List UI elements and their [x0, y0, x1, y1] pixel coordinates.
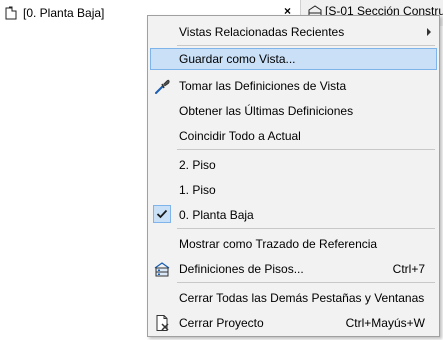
menu-item-label: Mostrar como Trazado de Referencia [179, 237, 378, 251]
menu-item-close-project[interactable]: Cerrar Proyecto Ctrl+Mayús+W [150, 312, 437, 334]
menu-item-match-all-current[interactable]: Coincidir Todo a Actual [150, 125, 437, 147]
menu-item-label: Vistas Relacionadas Recientes [179, 25, 345, 39]
menu-item-save-as-view[interactable]: Guardar como Vista... [150, 48, 437, 70]
menu-item-recent-views[interactable]: Vistas Relacionadas Recientes [150, 21, 437, 43]
menu-item-label: Obtener las Últimas Definiciones [179, 104, 354, 118]
menu-item-get-latest-settings[interactable]: Obtener las Últimas Definiciones [150, 100, 437, 122]
menu-item-label: 0. Planta Baja [179, 208, 254, 222]
checkmark-icon [153, 205, 171, 223]
menu-item-label: Coincidir Todo a Actual [179, 129, 301, 143]
context-menu: Vistas Relacionadas Recientes Guardar co… [147, 15, 440, 337]
menu-item-label: Cerrar Todas las Demás Pestañas y Ventan… [179, 291, 425, 305]
story-settings-icon [153, 260, 171, 278]
menu-separator [177, 45, 435, 46]
menu-item-show-trace-reference[interactable]: Mostrar como Trazado de Referencia [150, 233, 437, 255]
menu-item-floor-1[interactable]: 1. Piso [150, 179, 437, 201]
menu-separator [177, 228, 435, 229]
menu-separator [177, 282, 435, 283]
menu-item-label: Cerrar Proyecto [179, 316, 264, 330]
tab-label: [0. Planta Baja] [23, 6, 105, 20]
menu-item-label: Tomar las Definiciones de Vista [179, 79, 347, 93]
eyedropper-icon [153, 77, 171, 95]
menu-item-shortcut: Ctrl+Mayús+W [345, 316, 425, 330]
menu-item-floor-2[interactable]: 2. Piso [150, 154, 437, 176]
submenu-arrow-icon [427, 28, 431, 36]
menu-item-label: Definiciones de Pisos... [179, 262, 304, 276]
menu-item-label: 2. Piso [179, 158, 216, 172]
menu-item-shortcut: Ctrl+7 [392, 262, 425, 276]
menu-item-label: 1. Piso [179, 183, 216, 197]
menu-item-story-settings[interactable]: Definiciones de Pisos... Ctrl+7 [150, 258, 437, 280]
floor-plan-icon [5, 6, 21, 20]
close-project-icon [153, 314, 171, 332]
menu-item-floor-0[interactable]: 0. Planta Baja [150, 204, 437, 226]
menu-item-label: Guardar como Vista... [179, 52, 296, 66]
menu-item-close-other-tabs[interactable]: Cerrar Todas las Demás Pestañas y Ventan… [150, 287, 437, 309]
menu-item-take-view-settings[interactable]: Tomar las Definiciones de Vista [150, 75, 437, 97]
menu-separator [177, 149, 435, 150]
